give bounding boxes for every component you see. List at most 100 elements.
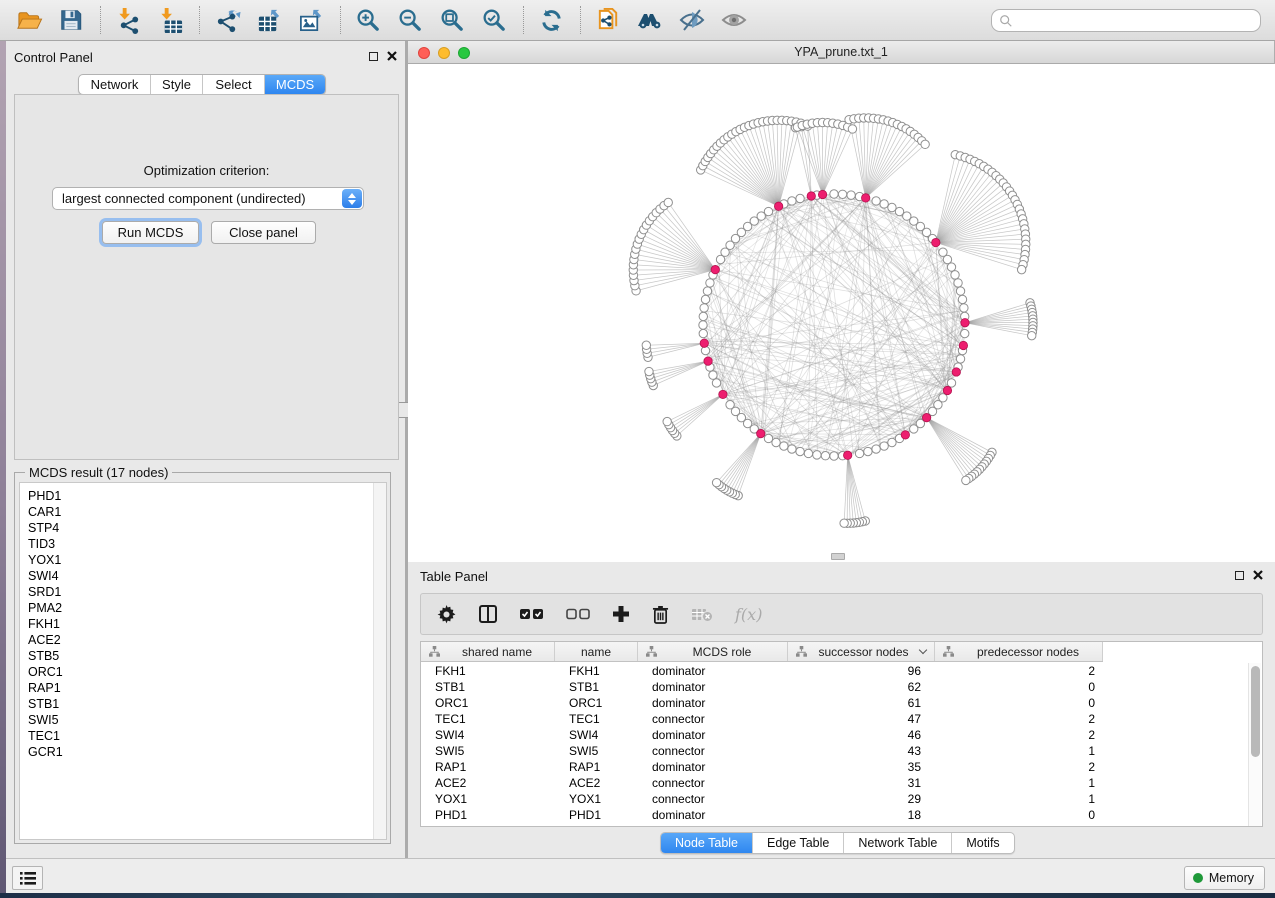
graphics-details-icon[interactable] xyxy=(675,3,709,37)
show-columns-icon[interactable] xyxy=(478,604,498,624)
eye-icon[interactable] xyxy=(717,3,751,37)
table-cell[interactable]: SWI5 xyxy=(555,743,638,759)
mcds-result-item[interactable]: TID3 xyxy=(20,536,386,552)
table-cell[interactable]: FKH1 xyxy=(555,663,638,679)
table-cell[interactable]: 0 xyxy=(935,695,1103,711)
search-input[interactable] xyxy=(991,9,1261,32)
table-cell[interactable]: 62 xyxy=(788,679,935,695)
table-cell[interactable]: 1 xyxy=(935,743,1103,759)
table-cell[interactable]: 2 xyxy=(935,711,1103,727)
run-mcds-button[interactable]: Run MCDS xyxy=(102,221,199,244)
column-header-mcds-role[interactable]: MCDS role xyxy=(638,642,788,661)
table-scrollbar-thumb[interactable] xyxy=(1251,666,1260,757)
mcds-result-item[interactable]: STB1 xyxy=(20,696,386,712)
import-table-icon[interactable] xyxy=(153,3,187,37)
add-column-icon[interactable] xyxy=(612,605,630,623)
mcds-result-list[interactable]: PHD1CAR1STP4TID3YOX1SWI4SRD1PMA2FKH1ACE2… xyxy=(19,482,387,840)
clone-network-icon[interactable] xyxy=(591,3,625,37)
open-file-icon[interactable] xyxy=(12,3,46,37)
column-header-successor-nodes[interactable]: successor nodes xyxy=(788,642,935,661)
horizontal-splitter-handle[interactable] xyxy=(831,553,845,560)
mcds-result-item[interactable]: SRD1 xyxy=(20,584,386,600)
table-row[interactable]: STB1STB1dominator620 xyxy=(421,679,1262,695)
mcds-result-item[interactable]: YOX1 xyxy=(20,552,386,568)
table-cell[interactable]: 2 xyxy=(935,759,1103,775)
table-cell[interactable]: 61 xyxy=(788,695,935,711)
column-header-name[interactable]: name xyxy=(555,642,638,661)
deselect-all-icon[interactable] xyxy=(566,607,590,621)
tab-mcds[interactable]: MCDS xyxy=(265,75,325,94)
tab-style[interactable]: Style xyxy=(151,75,203,94)
tab-node-table[interactable]: Node Table xyxy=(661,833,753,853)
mcds-result-item[interactable]: STB5 xyxy=(20,648,386,664)
network-canvas[interactable] xyxy=(408,64,1275,562)
column-header-shared-name[interactable]: shared name xyxy=(421,642,555,661)
table-cell[interactable]: ORC1 xyxy=(555,695,638,711)
table-cell[interactable]: connector xyxy=(638,743,788,759)
criterion-dropdown[interactable]: largest connected component (undirected) xyxy=(52,187,364,210)
table-cell[interactable]: RAP1 xyxy=(555,759,638,775)
export-network-icon[interactable] xyxy=(210,3,244,37)
table-cell[interactable]: 1 xyxy=(935,775,1103,791)
network-graph[interactable] xyxy=(408,64,1275,562)
mcds-result-item[interactable]: GCR1 xyxy=(20,744,386,760)
table-cell[interactable]: ACE2 xyxy=(555,775,638,791)
table-cell[interactable]: 29 xyxy=(788,791,935,807)
mcds-result-item[interactable]: ORC1 xyxy=(20,664,386,680)
import-network-icon[interactable] xyxy=(111,3,145,37)
export-table-icon[interactable] xyxy=(252,3,286,37)
save-session-icon[interactable] xyxy=(54,3,88,37)
mcds-result-item[interactable]: PMA2 xyxy=(20,600,386,616)
refresh-icon[interactable] xyxy=(534,3,568,37)
tab-motifs[interactable]: Motifs xyxy=(952,833,1013,853)
table-cell[interactable]: SWI4 xyxy=(421,727,555,743)
table-row[interactable]: PHD1PHD1dominator180 xyxy=(421,807,1262,823)
table-cell[interactable]: PHD1 xyxy=(421,807,555,823)
table-cell[interactable]: YOX1 xyxy=(555,791,638,807)
close-panel-button[interactable]: Close panel xyxy=(211,221,316,244)
table-mode-gear-icon[interactable] xyxy=(437,605,456,624)
float-table-panel-icon[interactable] xyxy=(1235,571,1244,580)
column-header-predecessor-nodes[interactable]: predecessor nodes xyxy=(935,642,1103,661)
table-cell[interactable]: 0 xyxy=(935,807,1103,823)
table-cell[interactable]: TEC1 xyxy=(421,711,555,727)
table-cell[interactable]: dominator xyxy=(638,727,788,743)
table-row[interactable]: ACE2ACE2connector311 xyxy=(421,775,1262,791)
table-cell[interactable]: 96 xyxy=(788,663,935,679)
table-row[interactable]: SWI4SWI4dominator462 xyxy=(421,727,1262,743)
table-cell[interactable]: TEC1 xyxy=(555,711,638,727)
zoom-out-icon[interactable] xyxy=(393,3,427,37)
select-all-icon[interactable] xyxy=(520,607,544,621)
tab-select[interactable]: Select xyxy=(203,75,265,94)
table-cell[interactable]: dominator xyxy=(638,695,788,711)
zoom-in-icon[interactable] xyxy=(351,3,385,37)
mcds-list-scrollbar[interactable] xyxy=(373,483,386,839)
table-row[interactable]: ORC1ORC1dominator610 xyxy=(421,695,1262,711)
table-cell[interactable]: 47 xyxy=(788,711,935,727)
table-cell[interactable]: RAP1 xyxy=(421,759,555,775)
table-cell[interactable]: 0 xyxy=(935,679,1103,695)
table-cell[interactable]: 46 xyxy=(788,727,935,743)
table-cell[interactable]: 31 xyxy=(788,775,935,791)
table-cell[interactable]: SWI5 xyxy=(421,743,555,759)
table-cell[interactable]: 2 xyxy=(935,727,1103,743)
delete-column-icon[interactable] xyxy=(652,605,669,624)
export-image-icon[interactable] xyxy=(294,3,328,37)
close-panel-icon[interactable] xyxy=(387,51,397,61)
table-cell[interactable]: 1 xyxy=(935,791,1103,807)
zoom-selected-icon[interactable] xyxy=(477,3,511,37)
table-cell[interactable]: ORC1 xyxy=(421,695,555,711)
table-cell[interactable]: connector xyxy=(638,791,788,807)
table-cell[interactable]: dominator xyxy=(638,759,788,775)
birds-eye-view-icon[interactable] xyxy=(633,3,667,37)
task-history-button[interactable] xyxy=(12,866,43,890)
table-cell[interactable]: connector xyxy=(638,711,788,727)
table-row[interactable]: TEC1TEC1connector472 xyxy=(421,711,1262,727)
table-row[interactable]: YOX1YOX1connector291 xyxy=(421,791,1262,807)
network-window-titlebar[interactable]: YPA_prune.txt_1 xyxy=(408,41,1274,64)
table-cell[interactable]: dominator xyxy=(638,679,788,695)
table-cell[interactable]: 18 xyxy=(788,807,935,823)
float-panel-icon[interactable] xyxy=(369,52,378,61)
table-row[interactable]: RAP1RAP1dominator352 xyxy=(421,759,1262,775)
table-cell[interactable]: 43 xyxy=(788,743,935,759)
